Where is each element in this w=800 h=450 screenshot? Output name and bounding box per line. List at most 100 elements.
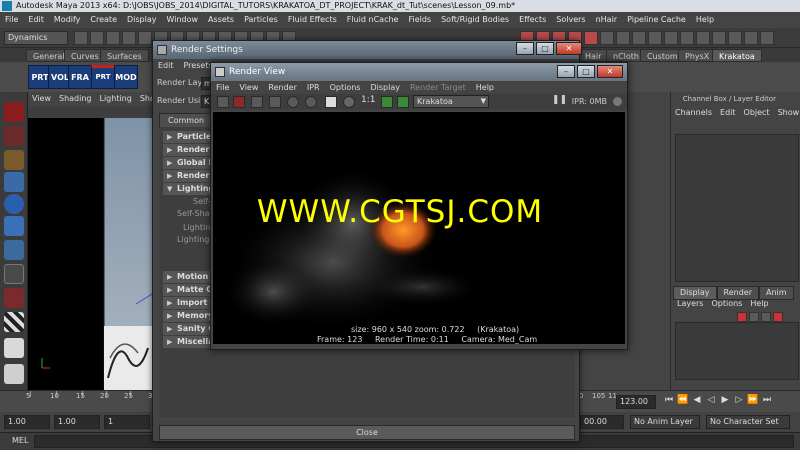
maximize-icon[interactable]: □ <box>577 65 595 78</box>
channel-box-menu-object[interactable]: Object <box>740 106 774 120</box>
channel-box-list[interactable] <box>675 134 799 282</box>
menu-fluid-effects[interactable]: Fluid Effects <box>283 12 342 28</box>
select-by-type-icon[interactable] <box>648 31 662 45</box>
close-icon[interactable]: ✕ <box>556 42 582 55</box>
save-scene-icon[interactable] <box>106 31 120 45</box>
rv-menu-help[interactable]: Help <box>471 81 499 94</box>
renderer-selector[interactable]: Krakatoa ▼ <box>413 95 489 108</box>
new-layer-icon[interactable] <box>737 312 747 322</box>
tab-common[interactable]: Common <box>159 113 214 128</box>
playback-end-field[interactable]: 00.00 <box>580 415 624 429</box>
menu-file[interactable]: File <box>0 12 23 28</box>
stop-ipr-icon[interactable] <box>305 96 317 108</box>
outliner-layout-icon[interactable] <box>4 364 24 384</box>
move-tool-icon[interactable] <box>4 172 24 192</box>
rv-menu-options[interactable]: Options <box>325 81 366 94</box>
step-forward-frame-icon[interactable]: ▷ <box>732 395 746 405</box>
menu-assets[interactable]: Assets <box>203 12 239 28</box>
minimize-icon[interactable]: – <box>557 65 575 78</box>
menu-particles[interactable]: Particles <box>239 12 283 28</box>
layer-move-down-icon[interactable] <box>773 312 783 322</box>
close-icon[interactable]: ✕ <box>597 65 623 78</box>
maximize-icon[interactable]: □ <box>536 42 554 55</box>
menu-create[interactable]: Create <box>85 12 122 28</box>
refresh-icon[interactable] <box>287 96 299 108</box>
redo-render-icon[interactable] <box>217 96 229 108</box>
layer-menu-help[interactable]: Help <box>746 298 772 310</box>
select-object-icon[interactable] <box>138 31 152 45</box>
select-by-type-icon[interactable] <box>712 31 726 45</box>
render-region-icon[interactable] <box>233 96 245 108</box>
render-view-titlebar[interactable]: Render View – □ ✕ <box>211 63 627 81</box>
menu-soft-rigid-bodies[interactable]: Soft/Rigid Bodies <box>436 12 514 28</box>
channel-box-menu-channels[interactable]: Channels <box>671 106 716 120</box>
pause-ipr-icon[interactable]: ❚❚ <box>552 95 567 105</box>
range-slider-bar[interactable]: 1 <box>104 415 150 429</box>
channel-box-menu-show[interactable]: Show <box>774 106 800 120</box>
go-to-start-icon[interactable]: ⏮ <box>662 395 676 405</box>
menu-set-selector[interactable]: Dynamics <box>4 31 68 45</box>
ipr-icon[interactable] <box>269 96 281 108</box>
current-frame-field[interactable]: 123.00 <box>616 395 656 409</box>
shelf-tab-physx[interactable]: PhysX <box>678 49 717 62</box>
animation-start-field[interactable]: 1.00 <box>4 415 50 429</box>
lasso-tool-icon[interactable] <box>4 126 24 146</box>
select-by-type-icon[interactable] <box>744 31 758 45</box>
select-by-type-icon[interactable] <box>760 31 774 45</box>
remove-image-icon[interactable] <box>397 96 409 108</box>
alpha-channel-icon[interactable] <box>343 96 355 108</box>
render-settings-menu-edit[interactable]: Edit <box>153 59 179 73</box>
go-to-end-icon[interactable]: ⏭ <box>760 395 774 405</box>
paint-select-tool-icon[interactable] <box>4 150 24 170</box>
step-back-key-icon[interactable]: ⏪ <box>676 395 690 405</box>
step-forward-key-icon[interactable]: ⏩ <box>746 395 760 405</box>
playback-start-field[interactable]: 1.00 <box>54 415 100 429</box>
select-by-type-icon[interactable] <box>664 31 678 45</box>
menu-fields[interactable]: Fields <box>403 12 436 28</box>
layer-list[interactable] <box>675 322 799 380</box>
shelf-button-mod[interactable]: MOD <box>114 65 138 89</box>
select-tool-icon[interactable] <box>4 102 24 122</box>
menu-fluid-ncache[interactable]: Fluid nCache <box>342 12 404 28</box>
select-by-type-icon[interactable] <box>696 31 710 45</box>
menu-effects[interactable]: Effects <box>514 12 551 28</box>
rv-menu-view[interactable]: View <box>234 81 263 94</box>
manipulator-tool-icon[interactable] <box>4 240 24 260</box>
channel-box-menu-edit[interactable]: Edit <box>716 106 740 120</box>
menu-solvers[interactable]: Solvers <box>551 12 590 28</box>
layer-menu-layers[interactable]: Layers <box>673 298 707 310</box>
snapshot-icon[interactable] <box>251 96 263 108</box>
rv-menu-ipr[interactable]: IPR <box>302 81 325 94</box>
select-by-type-icon[interactable] <box>728 31 742 45</box>
select-by-type-icon[interactable] <box>584 31 598 45</box>
color-channel-icon[interactable] <box>325 96 337 108</box>
minimize-icon[interactable]: – <box>516 42 534 55</box>
anim-layer-selector[interactable]: No Anim Layer <box>630 415 700 429</box>
menu-help[interactable]: Help <box>691 12 719 28</box>
real-size-button[interactable]: 1:1 <box>361 95 375 105</box>
layer-menu-options[interactable]: Options <box>707 298 746 310</box>
select-by-type-icon[interactable] <box>600 31 614 45</box>
rv-menu-display[interactable]: Display <box>365 81 405 94</box>
step-back-frame-icon[interactable]: ◀ <box>690 395 704 405</box>
menu-window[interactable]: Window <box>162 12 204 28</box>
rv-menu-file[interactable]: File <box>211 81 234 94</box>
soft-mod-tool-icon[interactable] <box>4 288 24 308</box>
new-scene-icon[interactable] <box>74 31 88 45</box>
rv-menu-render[interactable]: Render <box>263 81 301 94</box>
last-tool-icon[interactable] <box>4 264 24 284</box>
character-set-selector[interactable]: No Character Set <box>706 415 790 429</box>
layer-move-up-icon[interactable] <box>761 312 771 322</box>
menu-modify[interactable]: Modify <box>49 12 86 28</box>
keep-image-icon[interactable] <box>381 96 393 108</box>
viewport-menu-shading[interactable]: Shading <box>55 92 96 106</box>
menu-display[interactable]: Display <box>122 12 162 28</box>
scale-tool-icon[interactable] <box>4 216 24 236</box>
select-by-type-icon[interactable] <box>632 31 646 45</box>
select-hierarchy-icon[interactable] <box>122 31 136 45</box>
menu-edit[interactable]: Edit <box>23 12 49 28</box>
new-layer-selected-icon[interactable] <box>749 312 759 322</box>
checker-layout-icon[interactable] <box>4 312 24 332</box>
single-perspective-layout-icon[interactable] <box>4 338 24 358</box>
open-scene-icon[interactable] <box>90 31 104 45</box>
